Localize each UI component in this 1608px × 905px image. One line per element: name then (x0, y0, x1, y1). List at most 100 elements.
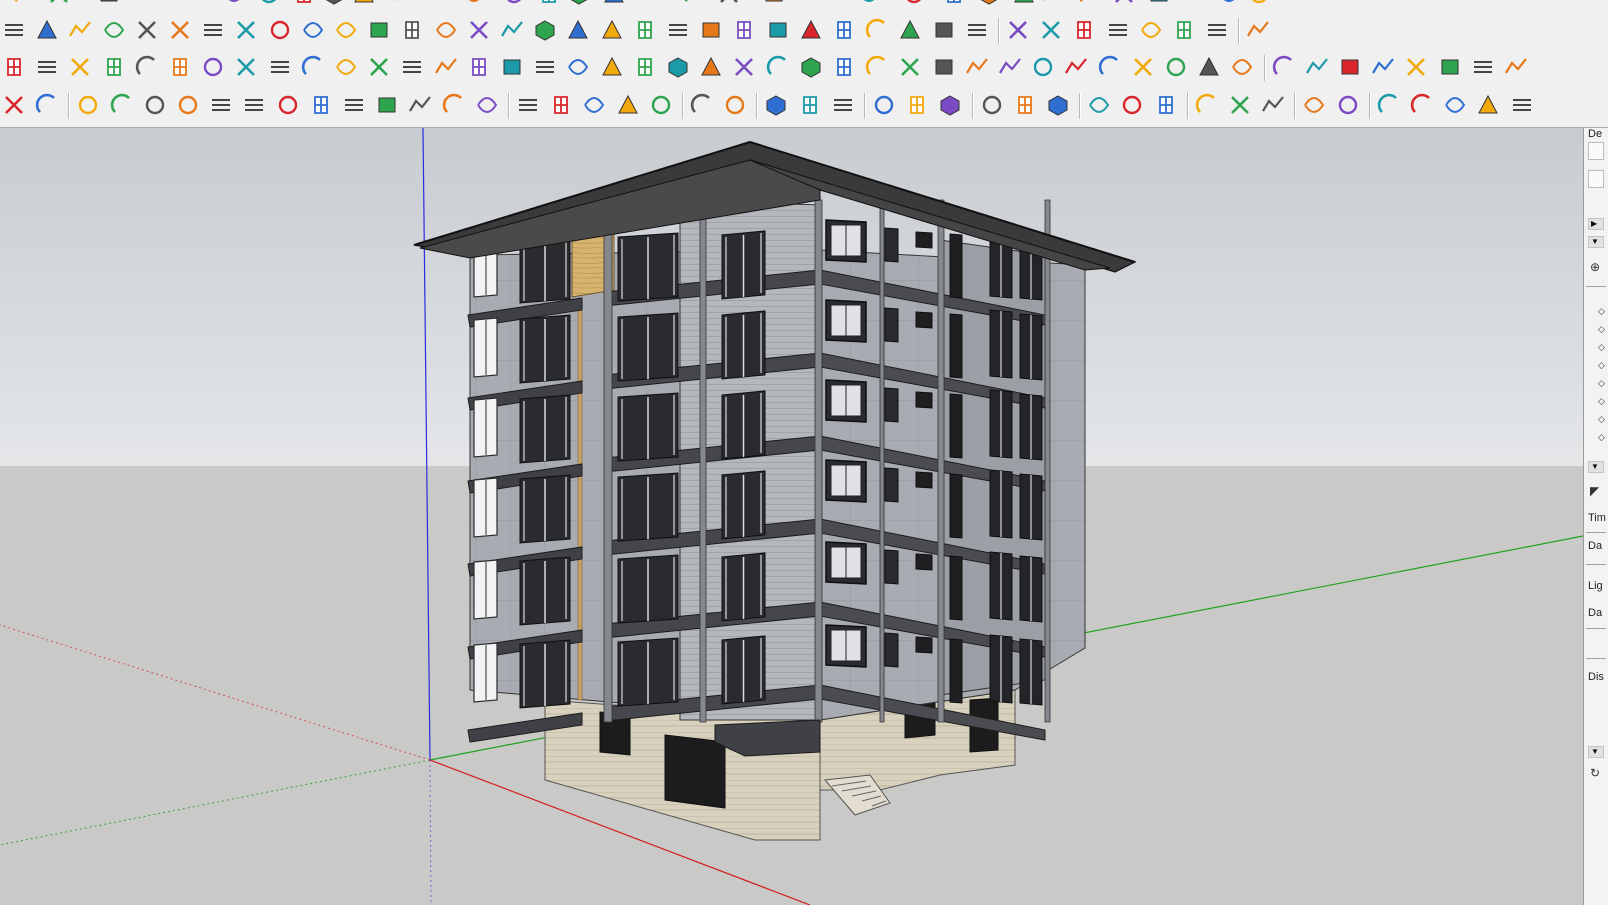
cone-tool-button[interactable] (432, 16, 460, 44)
toolbar-row0-button[interactable] (975, 0, 1003, 8)
shell-tool-button[interactable] (398, 16, 426, 44)
scale-tool-button[interactable] (1502, 53, 1530, 81)
roof-tool-button[interactable] (830, 16, 858, 44)
loop-tool-button[interactable] (166, 53, 194, 81)
face-grid-tool-button[interactable] (133, 53, 161, 81)
undo-red-tool-button[interactable] (797, 53, 825, 81)
glass-tool-button[interactable] (930, 16, 958, 44)
sphere-tool-button[interactable] (199, 16, 227, 44)
array-tool-button[interactable] (498, 16, 526, 44)
scene-svg[interactable] (0, 128, 1583, 905)
tray-icon[interactable] (1588, 170, 1604, 188)
bars-tool-button[interactable] (1170, 16, 1198, 44)
align-b-tool-button[interactable] (903, 91, 931, 119)
bracket-tool-button[interactable] (365, 53, 393, 81)
toolbar-row0-button[interactable] (255, 0, 283, 8)
cone-b-tool-button[interactable] (564, 53, 592, 81)
green-arc-tool-button[interactable] (240, 91, 268, 119)
add-icon[interactable]: ⊕ (1590, 260, 1600, 274)
wire-shape-tool-button[interactable] (33, 91, 61, 119)
toolbar-row0-button[interactable] (565, 0, 593, 8)
blue-x-tool-button[interactable] (498, 53, 526, 81)
house-blue-tool-button[interactable] (1402, 53, 1430, 81)
toolbar-row0-button[interactable] (45, 0, 73, 8)
shadow-icon[interactable]: ◤ (1590, 484, 1599, 498)
toolbar-row0-button[interactable] (1040, 0, 1068, 8)
mesh-a-tool-button[interactable] (1300, 91, 1328, 119)
terrain-tool-button[interactable] (688, 91, 716, 119)
warning-tool-button[interactable] (598, 53, 626, 81)
diagonal-tool-button[interactable] (664, 16, 692, 44)
x-grid-d-tool-button[interactable] (1259, 91, 1287, 119)
fillet-tool-button[interactable] (33, 16, 61, 44)
scatter-tool-button[interactable] (1162, 53, 1190, 81)
face-red-tool-button[interactable] (100, 53, 128, 81)
toolbar-row0-button[interactable] (350, 0, 378, 8)
rope-a-tool-button[interactable] (631, 53, 659, 81)
stripes-tool-button[interactable] (1037, 16, 1065, 44)
shape-a-tool-button[interactable] (1104, 16, 1132, 44)
tower-tool-button[interactable] (863, 16, 891, 44)
expand-triangle-icon[interactable]: ▶ (1588, 218, 1604, 230)
paint-blue-tool-button[interactable] (1436, 53, 1464, 81)
toolbar-row0-button[interactable] (95, 0, 123, 8)
circle-dots-tool-button[interactable] (1195, 53, 1223, 81)
profile-tool-button[interactable] (598, 16, 626, 44)
pencil-line-tool-button[interactable] (1270, 53, 1298, 81)
polyline-tool-button[interactable] (0, 16, 28, 44)
stair-path-tool-button[interactable] (764, 16, 792, 44)
toolbar-row0-button[interactable] (1110, 0, 1138, 8)
tile-a-tool-button[interactable] (1062, 53, 1090, 81)
toolbar-row0-button[interactable] (715, 0, 743, 8)
scale-down-tool-button[interactable] (829, 91, 857, 119)
extend-tool-button[interactable] (66, 16, 94, 44)
lock-tool-button[interactable] (0, 91, 28, 119)
toolbar-row0-button[interactable] (220, 0, 248, 8)
checker-tool-button[interactable] (1408, 91, 1436, 119)
toolbar-row0-button[interactable] (1215, 0, 1243, 8)
toolbar-row0-button[interactable] (1010, 0, 1038, 8)
red-arc-tool-button[interactable] (473, 91, 501, 119)
curl-a-tool-button[interactable] (406, 91, 434, 119)
toolbar-row0-button[interactable] (1075, 0, 1103, 8)
edge-tool-button[interactable] (697, 16, 725, 44)
tile-c-tool-button[interactable] (1129, 53, 1157, 81)
box-b-tool-button[interactable] (896, 53, 924, 81)
frame-tool-button[interactable] (1029, 53, 1057, 81)
dome-tool-button[interactable] (1375, 91, 1403, 119)
dots-tool-button[interactable] (398, 53, 426, 81)
roof-2-tool-button[interactable] (1203, 16, 1231, 44)
toolbar-row0-button[interactable] (160, 0, 188, 8)
move-cross-tool-button[interactable] (730, 53, 758, 81)
solar-tool-button[interactable] (721, 91, 749, 119)
hair-tool-button[interactable] (141, 91, 169, 119)
square-tool-button[interactable] (274, 91, 302, 119)
cube-tool-button[interactable] (299, 53, 327, 81)
n-curve-tool-button[interactable] (174, 91, 202, 119)
toolbar-row0-button[interactable] (460, 0, 488, 8)
toolbar-row0-button[interactable] (940, 0, 968, 8)
collapse-triangle-icon[interactable]: ▼ (1588, 461, 1604, 473)
grab-tool-button[interactable] (531, 16, 559, 44)
toolbar-row0-button[interactable] (760, 0, 788, 8)
curl-b-tool-button[interactable] (440, 91, 468, 119)
fence-tool-button[interactable] (963, 16, 991, 44)
window-frame-tool-button[interactable] (266, 53, 294, 81)
hexagon-tool-button[interactable] (547, 91, 575, 119)
tray-icon[interactable] (1588, 142, 1604, 160)
green-cross-tool-button[interactable] (465, 53, 493, 81)
x-grid-b-tool-button[interactable] (1118, 91, 1146, 119)
mesh-b-tool-button[interactable] (1334, 91, 1362, 119)
shape-b-tool-button[interactable] (1137, 16, 1165, 44)
scale-up-tool-button[interactable] (796, 91, 824, 119)
toolbar-row0-button[interactable] (320, 0, 348, 8)
rope-c-tool-button[interactable] (697, 53, 725, 81)
slide-tool-button[interactable] (730, 16, 758, 44)
matrix-tool-button[interactable] (1228, 53, 1256, 81)
toolbar-row0-button[interactable] (290, 0, 318, 8)
round-corner-tool-button[interactable] (299, 16, 327, 44)
align-c-tool-button[interactable] (936, 91, 964, 119)
loft-tool-button[interactable] (564, 16, 592, 44)
box-c-tool-button[interactable] (930, 53, 958, 81)
toolbar-row0-button[interactable] (1245, 0, 1273, 8)
